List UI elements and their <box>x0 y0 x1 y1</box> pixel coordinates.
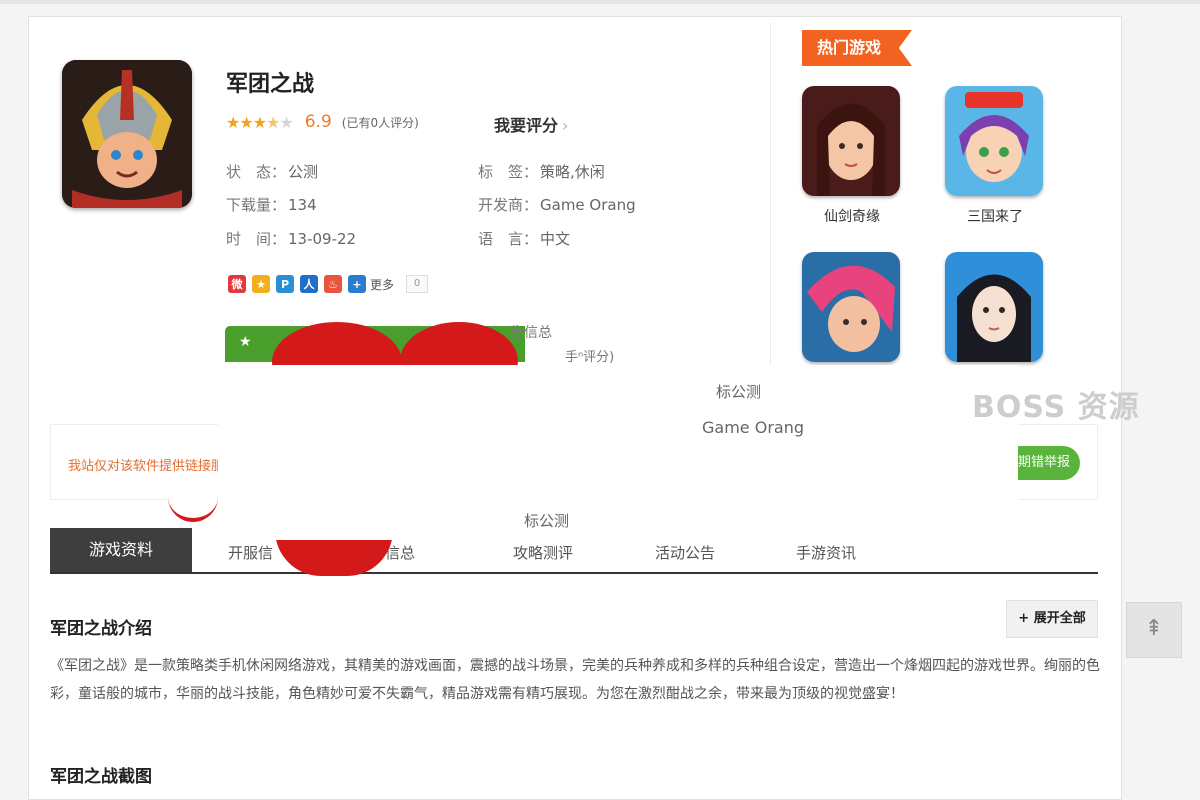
intro-title: 军团之战介绍 <box>50 619 152 639</box>
weibo-icon[interactable]: 微 <box>228 275 246 293</box>
overlay-panel <box>218 365 1018 540</box>
game-thumbnail[interactable] <box>802 252 900 362</box>
disclaimer-text: 我站仅对该软件提供链接服 <box>68 459 225 474</box>
hot-game-item[interactable]: 仙剑奇缘 <box>802 86 902 226</box>
expand-all-button[interactable]: + 展开全部 <box>1006 600 1098 638</box>
intro-text: 《军团之战》是一款策略类手机休闲网络游戏，其精美的游戏画面，震撼的战斗场景，完美… <box>50 658 1100 702</box>
kaixin-icon[interactable]: ♨ <box>324 275 342 293</box>
tab-game-info[interactable]: 游戏资料 <box>50 528 192 572</box>
chevron-right-icon: › <box>562 116 569 135</box>
hot-game-name[interactable]: 仙剑奇缘 <box>802 206 902 226</box>
more-share-icon[interactable]: + <box>348 275 366 293</box>
to-top-icon[interactable]: ⇞ <box>1126 602 1182 658</box>
rating-stars: ★★★★★ <box>226 112 294 132</box>
watermark: BOSS 资源 <box>972 390 1140 425</box>
tencent-weibo-icon[interactable]: P <box>276 275 294 293</box>
hot-game-item[interactable] <box>802 252 902 372</box>
hot-games-title: 热门游戏 <box>802 30 912 66</box>
rating-count: (已有0人评分) <box>341 115 419 130</box>
ghost-text: 告信总 <box>510 325 552 341</box>
hot-game-name[interactable]: 三国来了 <box>945 206 1045 226</box>
share-more-label[interactable]: 更多 <box>370 276 394 293</box>
ghost-text: Game Orang <box>702 418 804 437</box>
info-status: 状 态： 公测 <box>226 163 319 181</box>
screenshots-title: 军团之战截图 <box>50 767 152 787</box>
info-language: 语 言： 中文 <box>478 230 571 248</box>
info-developer: 开发商： Game Orang <box>478 196 636 214</box>
share-bar: 微 ★ P 人 ♨ + 更多 0 <box>228 275 429 293</box>
report-button[interactable]: 期错举报 <box>1010 446 1080 480</box>
sidebar-divider <box>770 22 771 402</box>
game-title: 军团之战 <box>226 72 315 97</box>
game-thumbnail[interactable] <box>802 86 900 196</box>
ghost-text: 标公测 <box>524 512 570 530</box>
info-time: 时 间： 13-09-22 <box>226 230 357 248</box>
rate-button[interactable]: 我要评分 › <box>494 112 568 136</box>
info-tags: 标 签： 策略,休闲 <box>478 163 605 181</box>
ghost-text: 标公测 <box>716 383 762 401</box>
rating-score: 6.9 <box>304 112 332 132</box>
game-thumbnail[interactable] <box>945 86 1043 196</box>
share-count: 0 <box>406 275 429 293</box>
renren-icon[interactable]: 人 <box>300 275 318 293</box>
qzone-icon[interactable]: ★ <box>252 275 270 293</box>
rating-row: ★★★★★ 6.9 (已有0人评分) <box>226 112 419 132</box>
hot-game-item[interactable]: 三国来了 <box>945 86 1045 226</box>
game-thumbnail[interactable] <box>945 252 1043 362</box>
hot-game-item[interactable] <box>945 252 1045 372</box>
ghost-text: 手ⁿ评分) <box>565 350 615 365</box>
top-border <box>0 0 1200 4</box>
android-icon: ★ <box>239 334 252 350</box>
app-icon <box>62 60 192 208</box>
info-downloads: 下载量： 134 <box>226 196 317 214</box>
